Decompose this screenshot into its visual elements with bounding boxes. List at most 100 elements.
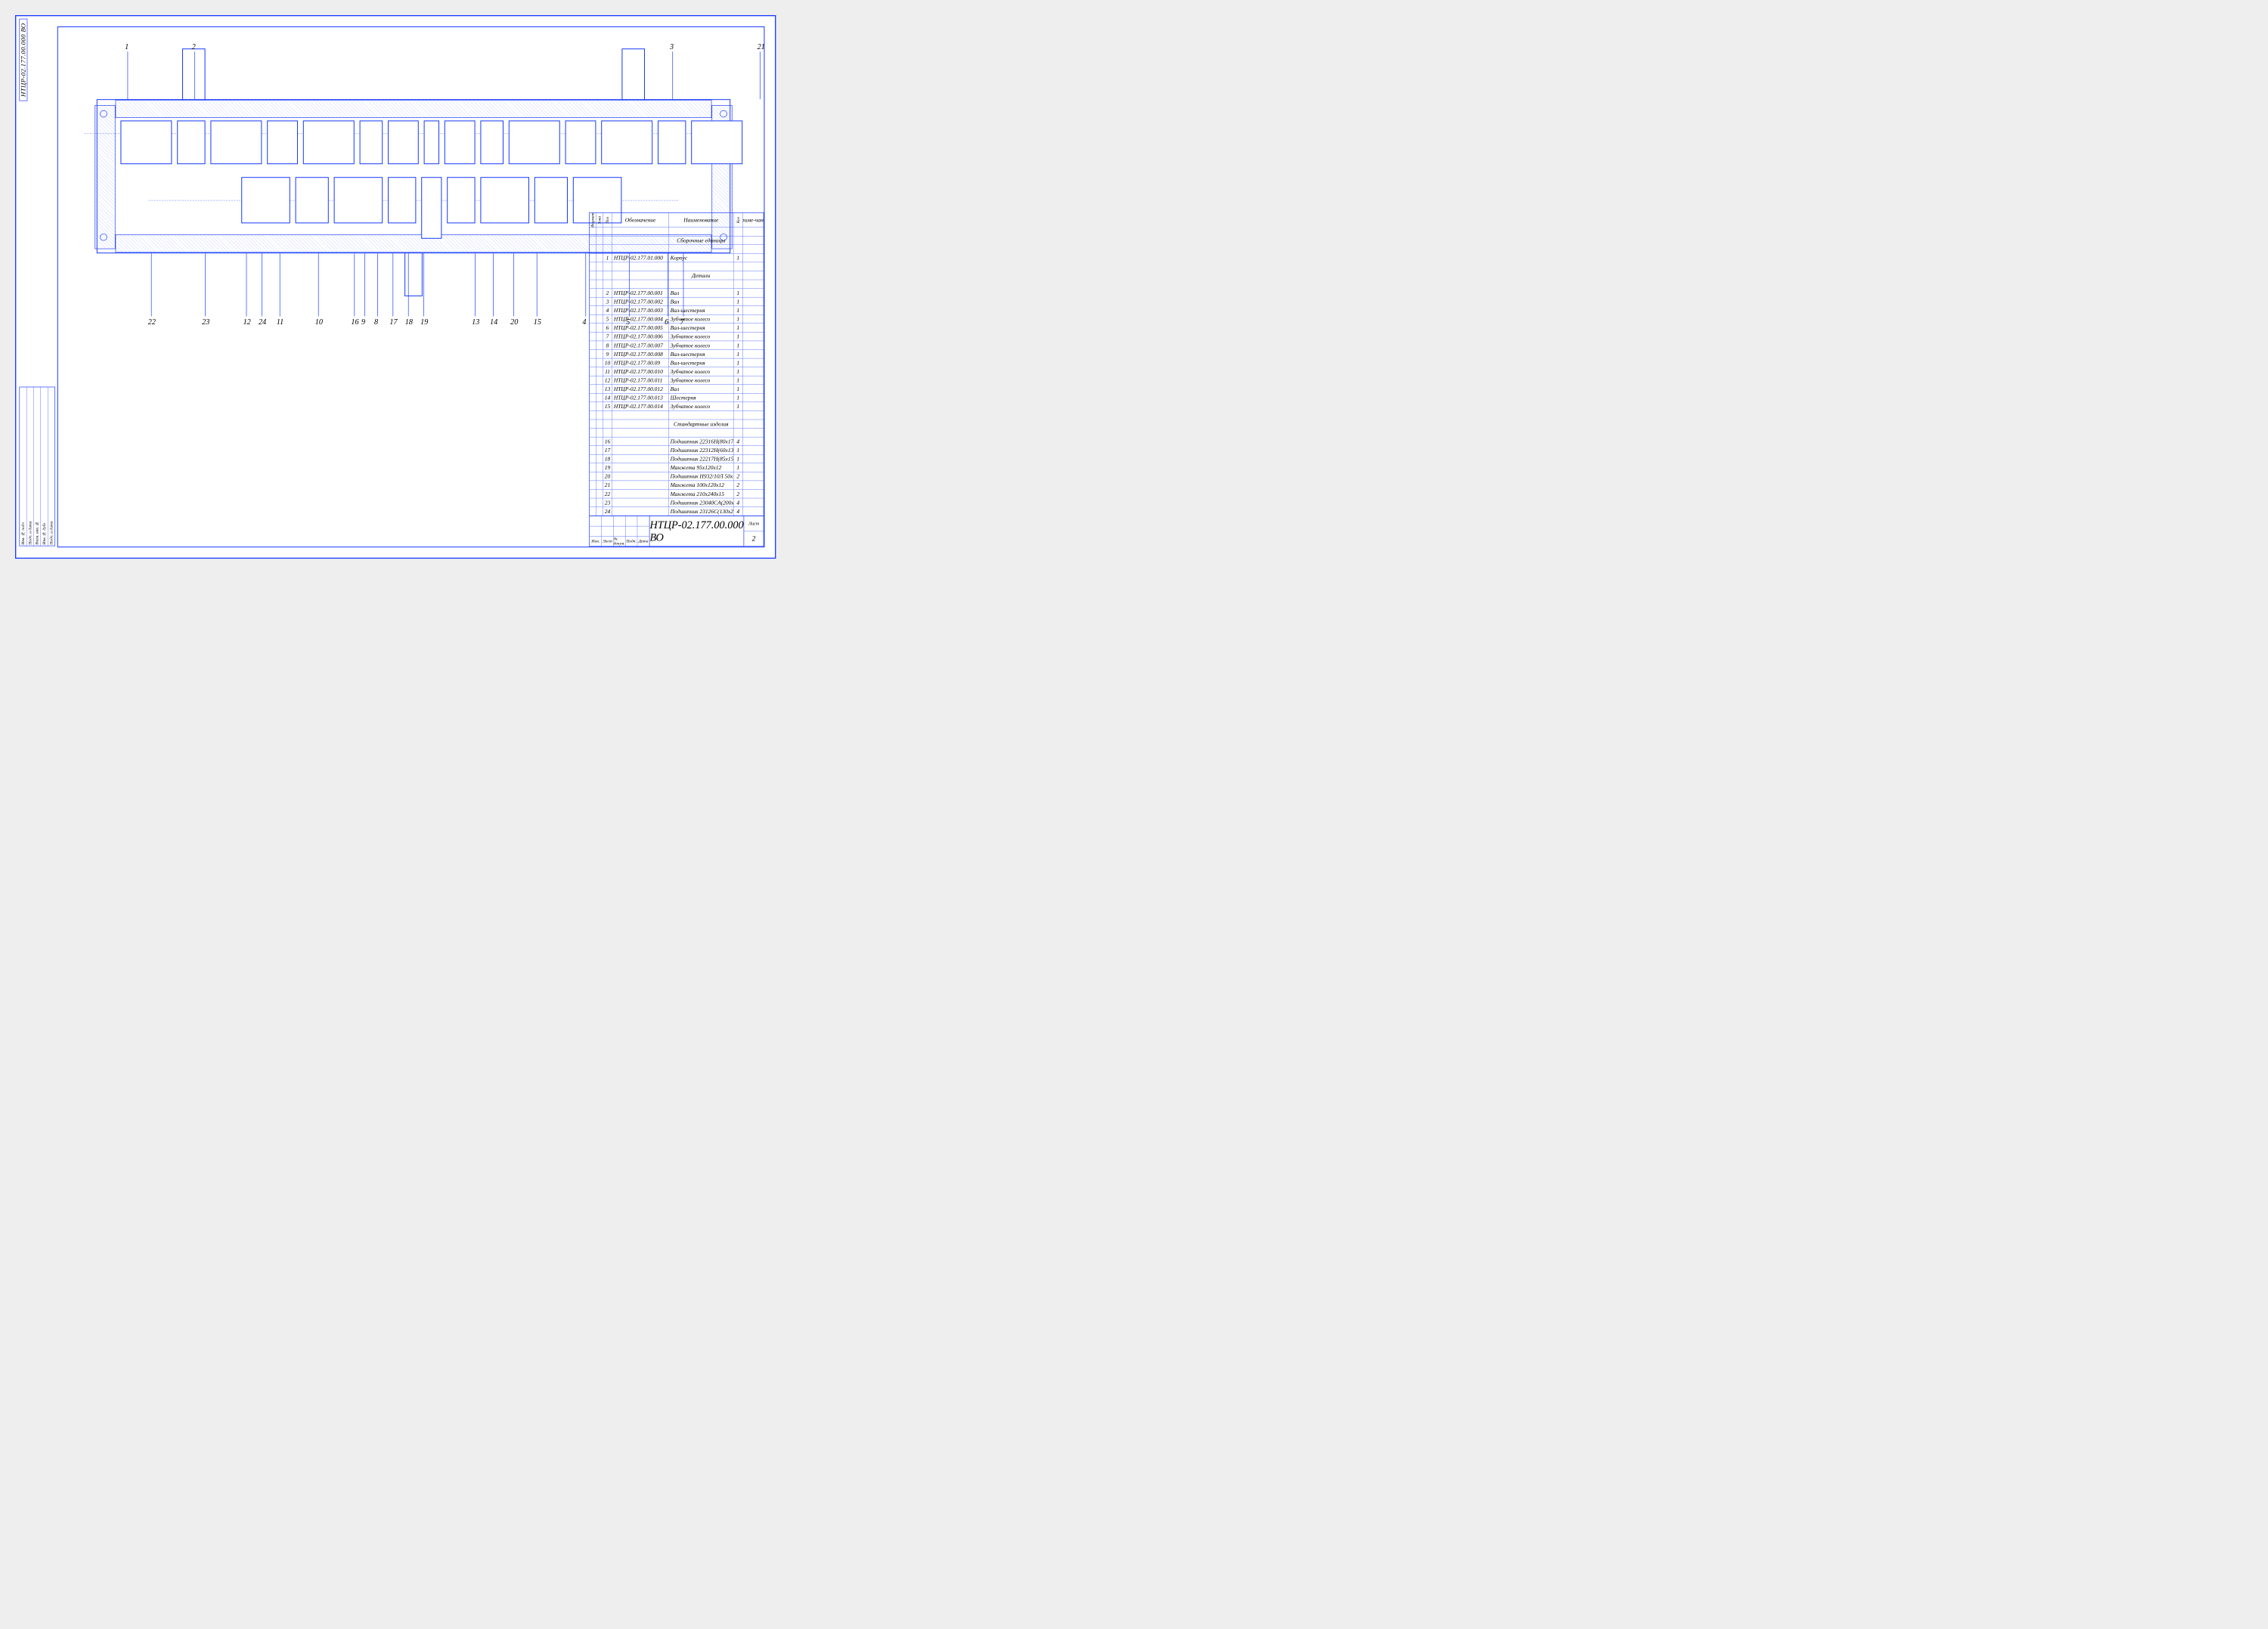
bom-cell: Вал-шестерня <box>669 358 734 367</box>
bom-cell: НТЦР-02.177.00.004 <box>612 314 669 323</box>
bom-cell <box>596 490 603 498</box>
bom-cell: 2 <box>733 490 742 498</box>
bom-cell: 4 <box>733 437 742 445</box>
gear-section <box>177 120 205 164</box>
bom-cell: НТЦР-02.177.00.002 <box>612 297 669 305</box>
bom-cell <box>590 385 596 393</box>
bom-cell <box>743 297 764 305</box>
side-col-label: Взам. инв. № <box>35 522 39 545</box>
bom-cell: 1 <box>733 446 742 454</box>
bom-cell: НТЦР-02.177.00.001 <box>612 289 669 297</box>
leader-line <box>585 253 586 316</box>
bom-cell <box>596 437 603 445</box>
bom-cell <box>612 507 669 516</box>
bom-row: 3НТЦР-02.177.00.002Вал1 <box>590 297 764 306</box>
bom-cell <box>590 367 596 376</box>
bom-cell <box>590 324 596 332</box>
bom-cell <box>743 314 764 323</box>
leader-line <box>513 253 514 316</box>
tb-header-cell: № докум. <box>614 537 626 547</box>
leader-line <box>672 51 673 99</box>
bom-cell <box>743 333 764 341</box>
balloon: 18 <box>405 317 413 327</box>
bom-cell: 2 <box>733 472 742 481</box>
bom-cell: 1 <box>733 385 742 393</box>
leader-line <box>194 51 195 99</box>
bom-cell: 4 <box>733 507 742 516</box>
bom-section-header: Детали <box>590 271 764 280</box>
bom-cell: 1 <box>733 254 742 262</box>
bom-cell <box>590 254 596 262</box>
bom-cell <box>743 472 764 481</box>
lower-gear <box>534 177 568 223</box>
bom-cell <box>596 376 603 384</box>
bom-row-empty <box>590 429 764 438</box>
side-col: Инв. № дубл <box>41 387 48 545</box>
bom-h-name: Наименование <box>669 213 734 228</box>
bom-cell <box>590 437 596 445</box>
gear-section <box>120 120 172 164</box>
bom-cell <box>743 454 764 463</box>
bom-cell: 2 <box>603 289 612 297</box>
sheet-label: Лист <box>744 516 763 531</box>
tb-header-cell: Дата <box>637 537 649 547</box>
lower-gear <box>334 177 383 223</box>
bom-cell <box>743 324 764 332</box>
gear-section <box>691 120 742 164</box>
bom-cell: Зубчатое колесо <box>669 333 734 341</box>
bom-cell: НТЦР-02.177.00.003 <box>612 306 669 314</box>
lower-center-shaft <box>421 177 442 239</box>
balloon: 19 <box>420 317 428 327</box>
bom-cell: 20 <box>603 472 612 481</box>
gear-section <box>565 120 596 164</box>
gear-section <box>388 120 419 164</box>
gear-section <box>303 120 355 164</box>
bom-cell: НТЦР-02.177.00.011 <box>612 376 669 384</box>
leader-line <box>205 253 206 316</box>
bom-cell <box>612 481 669 489</box>
bom-cell: 1 <box>733 306 742 314</box>
tb-header-cell: Подп. <box>625 537 637 547</box>
gear-center <box>424 120 439 164</box>
balloon: 9 <box>361 317 365 327</box>
gear-section <box>445 120 476 164</box>
bom-cell <box>596 289 603 297</box>
bom-cell <box>596 306 603 314</box>
balloon: 24 <box>259 317 266 327</box>
bom-cell: 5 <box>603 314 612 323</box>
drawing-frame: 12321 2223122411101698171819131420154567… <box>57 26 765 547</box>
bom-cell <box>612 463 669 472</box>
leader-line <box>493 253 494 316</box>
housing-top <box>116 100 712 118</box>
bom-cell <box>612 498 669 506</box>
bom-cell <box>743 463 764 472</box>
side-col-label: Подп. и дата <box>49 521 54 544</box>
bom-cell <box>590 376 596 384</box>
bom-row: 18Подшипник 22217Н(85х150х35)1 <box>590 454 764 463</box>
lower-gear <box>296 177 329 223</box>
bom-row-empty <box>590 280 764 289</box>
leader-line <box>364 253 365 316</box>
bom-cell: 1 <box>733 324 742 332</box>
leader-line <box>423 253 424 316</box>
shaft-port-right <box>621 48 645 100</box>
bom-cell: 1 <box>733 350 742 358</box>
bom-cell: 7 <box>603 333 612 341</box>
bom-header: Формат Зона Поз Обозначение Наименование… <box>590 213 764 228</box>
balloon: 12 <box>243 317 251 327</box>
bom-cell <box>743 446 764 454</box>
bom-cell <box>743 289 764 297</box>
bom-cell <box>596 402 603 410</box>
balloon: 4 <box>582 317 586 327</box>
balloon: 23 <box>202 317 209 327</box>
bom-cell: НТЦР-02.177.00.013 <box>612 393 669 401</box>
lower-gear <box>480 177 529 223</box>
bom-row: 24Подшипник 23126С(130х210х64)4 <box>590 507 764 516</box>
bom-cell: 18 <box>603 454 612 463</box>
bom-cell <box>596 358 603 367</box>
leader-line <box>128 51 129 99</box>
bom-cell: Подшипник 23040CА(200х310х82) <box>669 498 734 506</box>
leader-line <box>377 253 378 316</box>
bom-cell: 9 <box>603 350 612 358</box>
bom-cell: 14 <box>603 393 612 401</box>
